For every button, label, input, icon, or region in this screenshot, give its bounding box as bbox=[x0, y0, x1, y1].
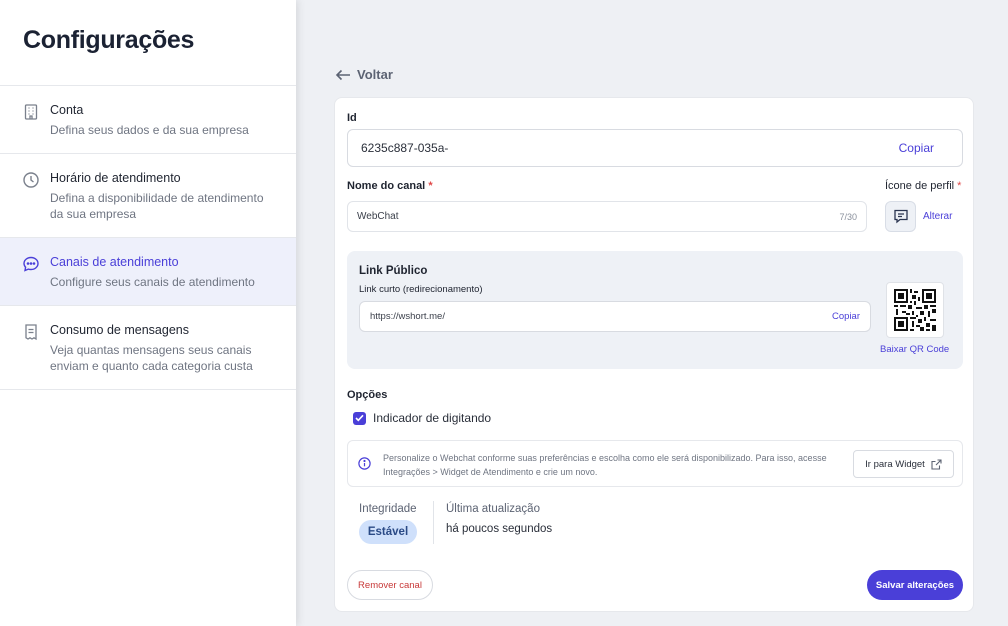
integrity-label: Integridade bbox=[359, 503, 417, 515]
public-link-title: Link Público bbox=[359, 265, 428, 277]
info-text: Personalize o Webchat conforme suas pref… bbox=[383, 453, 827, 477]
required-mark: * bbox=[428, 180, 433, 192]
last-update-label: Última atualização bbox=[446, 503, 540, 515]
sidebar-item-title: Horário de atendimento bbox=[50, 171, 181, 185]
copy-id-button[interactable]: Copiar bbox=[899, 141, 934, 155]
receipt-icon bbox=[25, 324, 37, 341]
copy-short-link-button[interactable]: Copiar bbox=[832, 311, 860, 322]
back-label: Voltar bbox=[357, 67, 393, 82]
sidebar-title: Configurações bbox=[23, 26, 195, 54]
qr-code-icon bbox=[894, 289, 936, 331]
sidebar-item-desc: Veja quantas mensagens seus canais envia… bbox=[50, 343, 253, 373]
info-banner: Personalize o Webchat conforme suas pref… bbox=[347, 440, 963, 487]
sidebar-item-desc: Defina seus dados e da sua empresa bbox=[50, 123, 249, 137]
sidebar-item-title: Canais de atendimento bbox=[50, 255, 179, 269]
sidebar: Configurações Conta Defina seus dados e … bbox=[0, 0, 296, 626]
save-changes-button[interactable]: Salvar alterações bbox=[867, 570, 963, 600]
id-field[interactable]: 6235c887-035a- Copiar bbox=[347, 129, 963, 167]
sidebar-item-desc: Defina a disponibilidade de atendimento … bbox=[50, 191, 264, 221]
message-square-icon bbox=[893, 209, 908, 224]
profile-icon-label-text: Ícone de perfil bbox=[885, 180, 955, 192]
qr-code bbox=[886, 282, 944, 338]
required-mark: * bbox=[957, 180, 962, 192]
channel-name-value: WebChat bbox=[357, 211, 399, 222]
clock-icon bbox=[23, 172, 39, 188]
profile-icon-preview[interactable] bbox=[885, 201, 916, 232]
external-link-icon bbox=[931, 458, 942, 470]
profile-icon-label: Ícone de perfil * bbox=[885, 180, 961, 192]
char-counter: 7/30 bbox=[839, 211, 857, 222]
id-value: 6235c887-035a- bbox=[361, 141, 449, 155]
typing-indicator-checkbox[interactable] bbox=[353, 411, 366, 425]
typing-indicator-label: Indicador de digitando bbox=[373, 411, 492, 425]
public-link-section: Link Público Link curto (redirecionament… bbox=[347, 251, 963, 369]
sidebar-list: Conta Defina seus dados e da sua empresa… bbox=[0, 85, 296, 390]
sidebar-item-conta[interactable]: Conta Defina seus dados e da sua empresa bbox=[0, 86, 296, 154]
sidebar-item-title: Conta bbox=[50, 103, 84, 117]
arrow-left-icon bbox=[335, 69, 350, 80]
building-icon bbox=[24, 104, 38, 120]
sidebar-item-canais[interactable]: Canais de atendimento Configure seus can… bbox=[0, 238, 296, 306]
sidebar-item-title: Consumo de mensagens bbox=[50, 323, 189, 337]
options-label: Opções bbox=[347, 389, 388, 401]
short-link-label: Link curto (redirecionamento) bbox=[359, 284, 483, 295]
remove-channel-button[interactable]: Remover canal bbox=[347, 570, 433, 600]
channel-settings-card: Id 6235c887-035a- Copiar Nome do canal *… bbox=[334, 97, 974, 612]
channel-name-label-text: Nome do canal bbox=[347, 180, 426, 192]
id-label: Id bbox=[347, 112, 357, 124]
channel-name-input[interactable]: WebChat 7/30 bbox=[347, 201, 867, 232]
short-link-value: https://wshort.me/ bbox=[370, 311, 445, 322]
sidebar-item-desc: Configure seus canais de atendimento bbox=[50, 275, 255, 289]
chat-bubble-icon bbox=[23, 256, 39, 272]
typing-indicator-option[interactable]: Indicador de digitando bbox=[353, 411, 491, 425]
channel-name-label: Nome do canal * bbox=[347, 180, 433, 192]
download-qr-button[interactable]: Baixar QR Code bbox=[880, 344, 949, 355]
info-icon bbox=[358, 457, 371, 470]
back-button[interactable]: Voltar bbox=[335, 67, 393, 82]
sidebar-item-horario[interactable]: Horário de atendimento Defina a disponib… bbox=[0, 154, 296, 238]
go-to-widget-button[interactable]: Ir para Widget bbox=[853, 450, 954, 478]
sidebar-item-consumo[interactable]: Consumo de mensagens Veja quantas mensag… bbox=[0, 306, 296, 390]
status-badge: Estável bbox=[359, 520, 417, 544]
change-icon-button[interactable]: Alterar bbox=[923, 211, 952, 222]
go-to-widget-label: Ir para Widget bbox=[865, 458, 925, 470]
check-icon bbox=[355, 414, 364, 422]
divider bbox=[433, 501, 434, 544]
last-update-value: há poucos segundos bbox=[446, 523, 553, 535]
short-link-field[interactable]: https://wshort.me/ Copiar bbox=[359, 301, 871, 332]
